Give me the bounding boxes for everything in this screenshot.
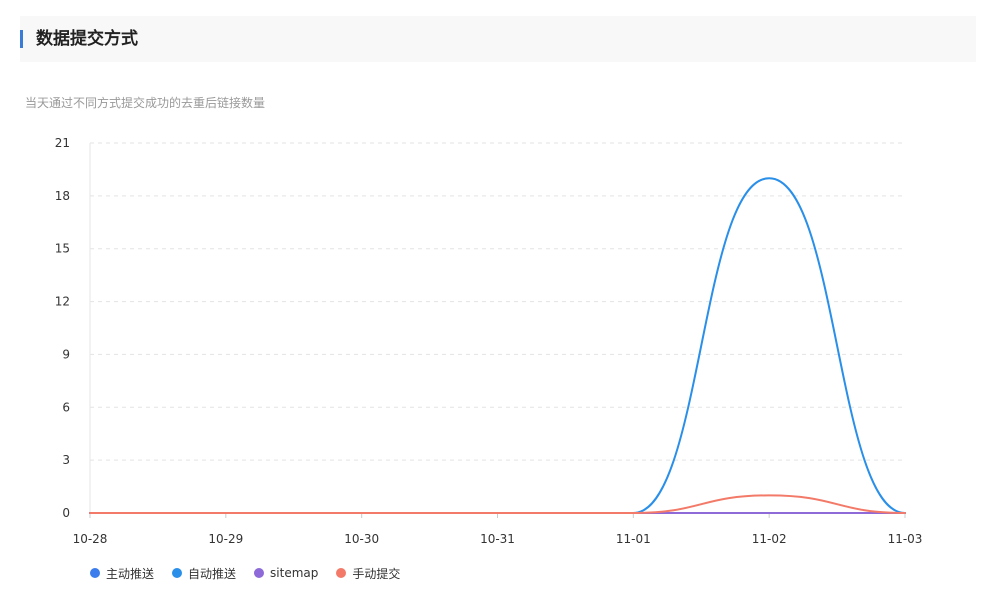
series-line-3: [89, 494, 906, 515]
x-tick-label: 10-28: [73, 532, 108, 546]
y-tick-label: 18: [55, 189, 70, 203]
x-tick-label: 10-29: [208, 532, 243, 546]
series-layer: [89, 177, 906, 515]
series-line-1: [89, 177, 906, 515]
y-tick-label: 3: [62, 453, 70, 467]
legend-dot-icon: [90, 568, 100, 578]
legend-label: 自动推送: [188, 566, 237, 581]
axis-layer: [89, 143, 906, 518]
x-tick-label: 10-31: [480, 532, 515, 546]
y-tick-label: 21: [55, 136, 70, 150]
x-tick-label: 11-03: [888, 532, 923, 546]
x-tick-label: 11-02: [752, 532, 787, 546]
legend-dot-icon: [254, 568, 265, 578]
legend-dot-icon: [336, 568, 347, 578]
legend-label: 主动推送: [106, 566, 155, 581]
x-tick-label: 10-30: [344, 532, 379, 546]
tick-label-layer: 0 3 6 9 12 15 18 21 10-28 10-29 10-30 10-31 11-01 11-…: [55, 136, 923, 546]
chart-legend: 主动推送 自动推送 sitemap 手动提交: [90, 565, 400, 581]
line-chart: 0 3 6 9 12 15 18 21 10-28 10-29 10-30 10-31 11-01 11-…: [55, 136, 923, 546]
legend-item[interactable]: 自动推送: [172, 565, 236, 582]
x-tick-label: 11-01: [616, 532, 651, 546]
grid-layer: [90, 142, 905, 461]
y-tick-label: 0: [62, 506, 70, 520]
legend-label: sitemap: [270, 566, 319, 580]
y-tick-label: 6: [62, 400, 70, 414]
legend-item[interactable]: 手动提交: [336, 565, 400, 582]
y-tick-label: 15: [55, 242, 70, 256]
legend-item[interactable]: sitemap: [254, 566, 318, 580]
y-tick-label: 9: [62, 347, 70, 361]
legend-dot-icon: [172, 568, 183, 578]
legend-label: 手动提交: [352, 566, 401, 581]
legend-item[interactable]: 主动推送: [90, 565, 154, 582]
y-tick-label: 12: [55, 295, 70, 309]
